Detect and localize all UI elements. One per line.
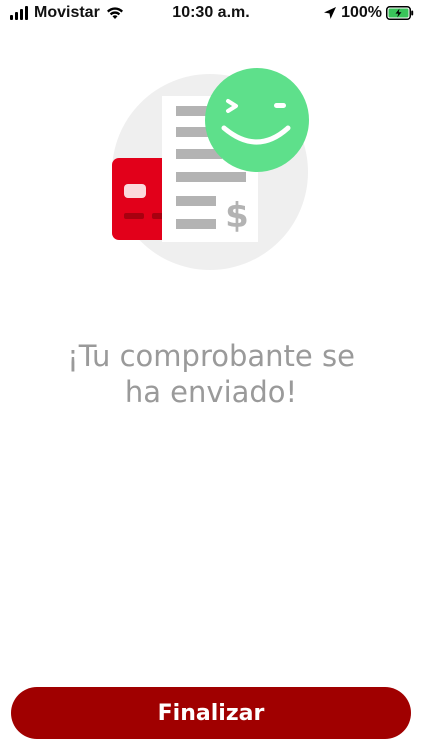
status-right: 100% bbox=[323, 4, 414, 22]
confirmation-message-line-1: ¡Tu comprobante se bbox=[67, 339, 355, 373]
winking-smiley-icon bbox=[205, 68, 309, 172]
status-bar: Movistar 10:30 a.m. 100% bbox=[0, 0, 422, 30]
location-arrow-icon bbox=[324, 7, 337, 19]
battery-charging-icon bbox=[386, 6, 414, 20]
confirmation-message-line-2: ha enviado! bbox=[124, 375, 298, 409]
confirmation-message: ¡Tu comprobante se ha enviado! bbox=[30, 338, 392, 410]
receipt-sent-illustration: $ bbox=[112, 68, 309, 270]
dollar-sign-icon: $ bbox=[225, 196, 249, 236]
battery-percent: 100% bbox=[341, 4, 382, 21]
finalize-button[interactable]: Finalizar bbox=[11, 687, 411, 739]
